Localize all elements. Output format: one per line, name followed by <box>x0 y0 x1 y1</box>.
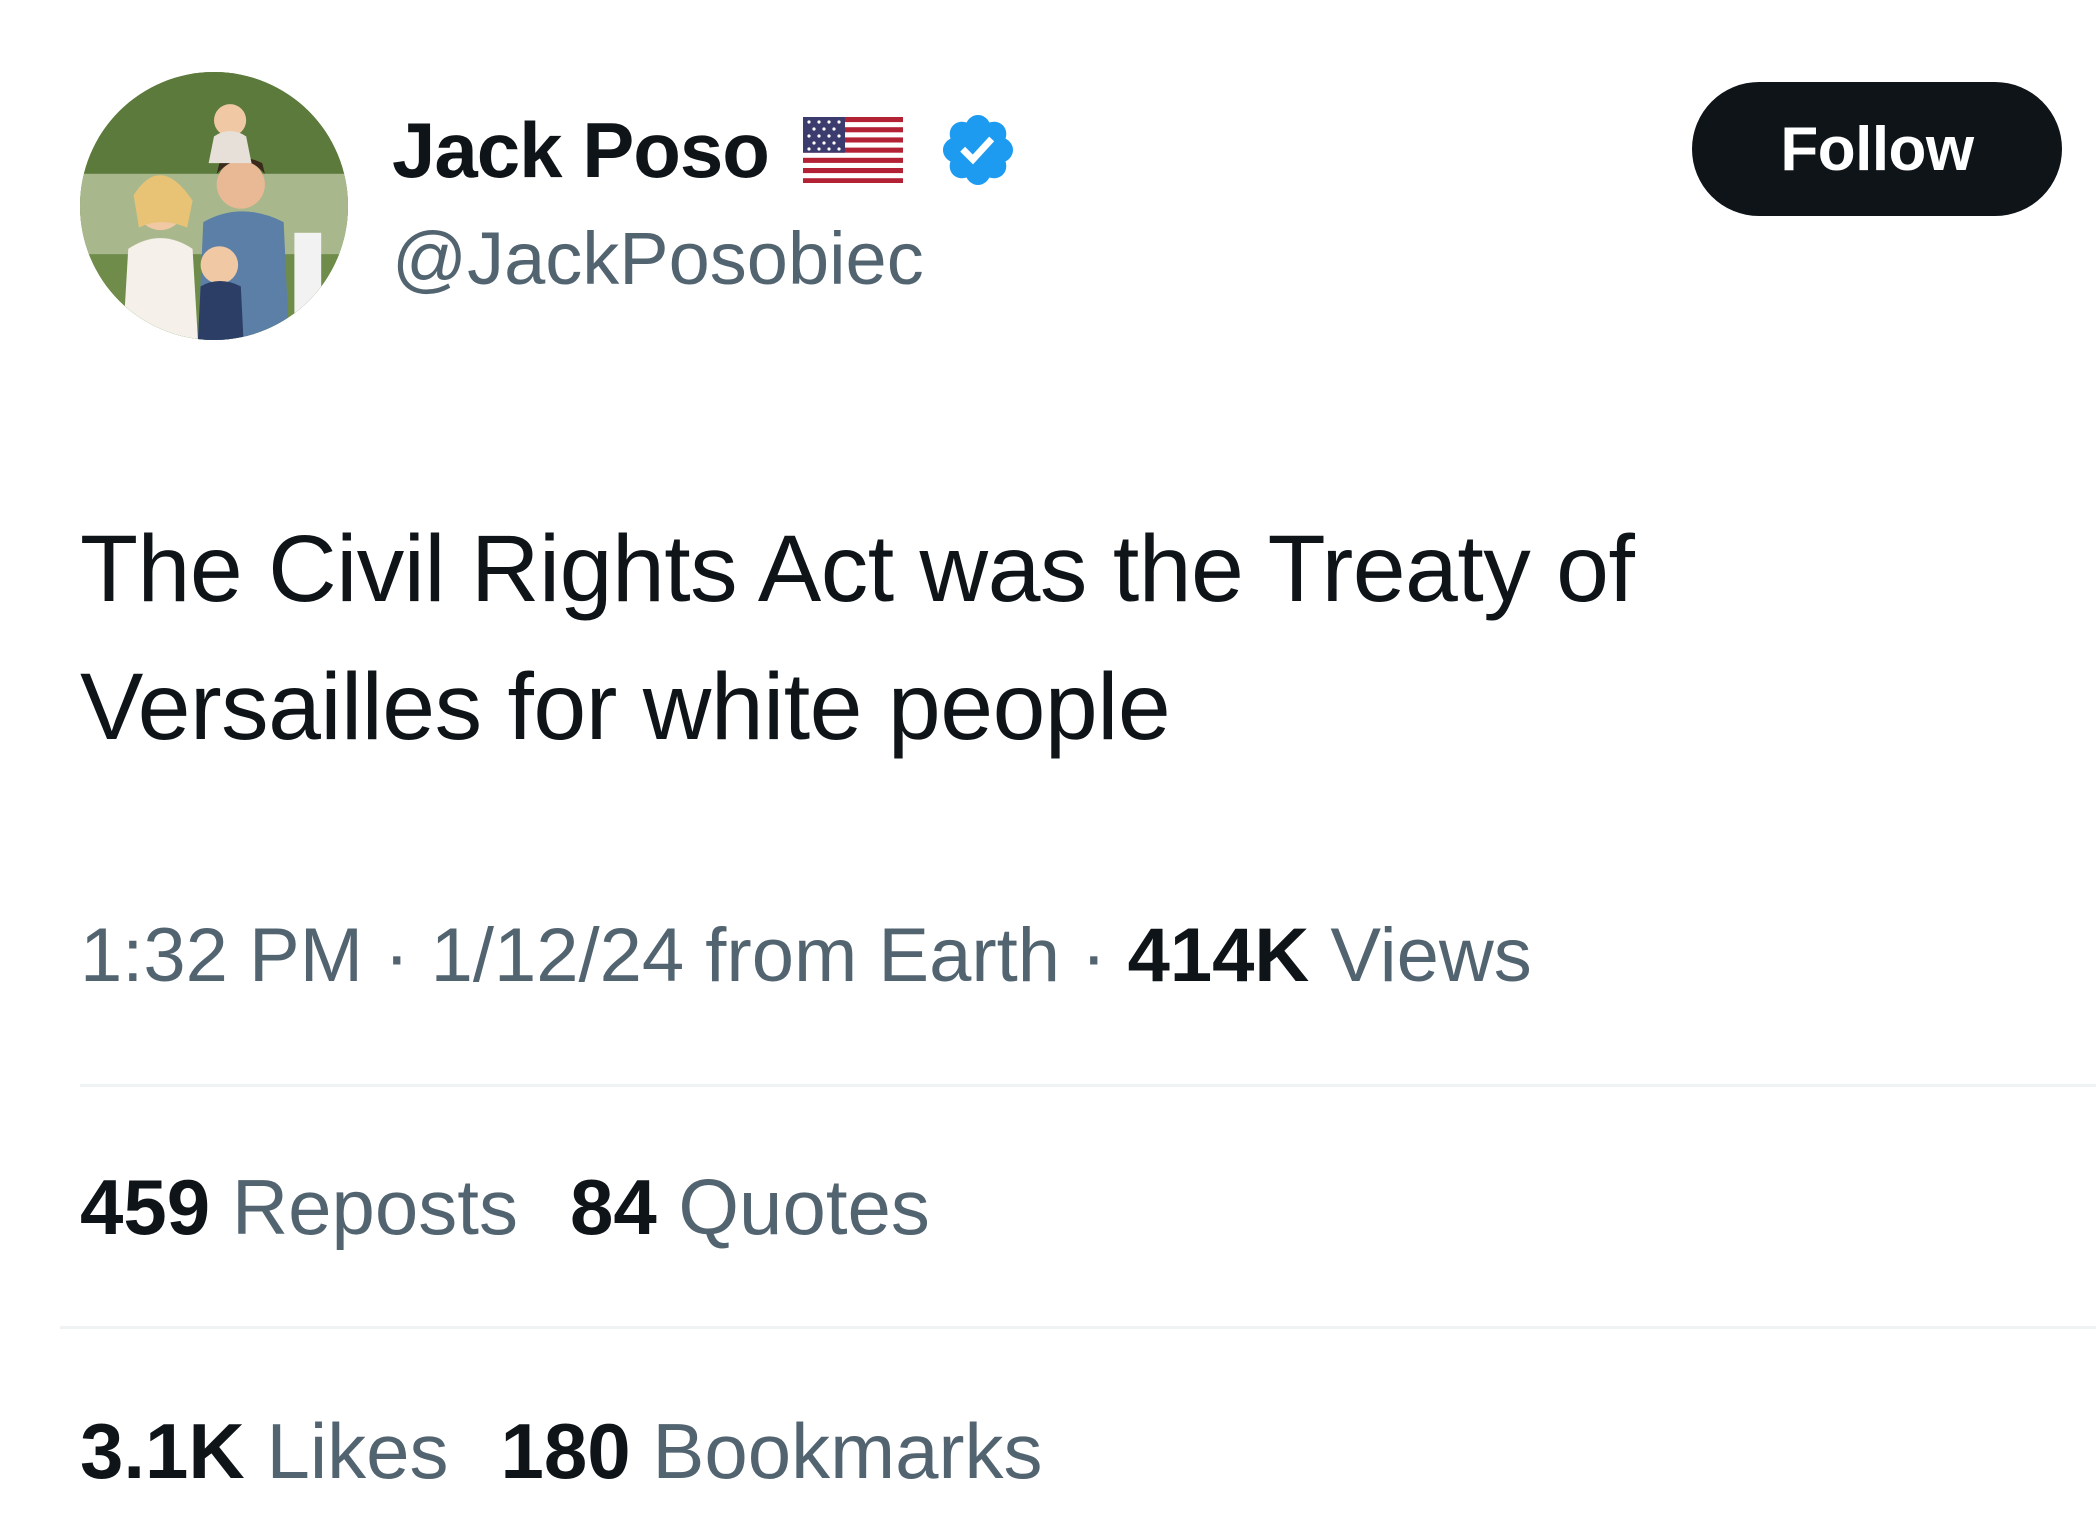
meta-separator: · <box>1060 913 1128 998</box>
author-handle[interactable]: @JackPosobiec <box>392 222 924 296</box>
verified-badge-icon[interactable] <box>937 109 1019 191</box>
views-label: Views <box>1330 913 1532 998</box>
stats-row-likes-bookmarks: 3.1K Likes 180 Bookmarks <box>80 1412 1042 1490</box>
tweet-card: Jack Poso @JackPosobiec Follow The Civil… <box>0 0 2096 1528</box>
avatar-photo <box>80 72 348 340</box>
author-name-row: Jack Poso <box>392 108 1019 192</box>
meta-separator: · <box>363 913 431 998</box>
tweet-metadata: 1:32 PM · 1/12/24 from Earth · 414K View… <box>80 918 1532 994</box>
avatar[interactable] <box>80 72 348 340</box>
likes-label: Likes <box>266 1407 449 1495</box>
tweet-time[interactable]: 1:32 PM <box>80 913 363 998</box>
quotes-stat[interactable]: 84 Quotes <box>570 1168 930 1246</box>
reposts-count: 459 <box>80 1163 211 1251</box>
views-count: 414K <box>1127 913 1310 998</box>
quotes-count: 84 <box>569 1163 657 1251</box>
bookmarks-stat[interactable]: 180 Bookmarks <box>501 1412 1043 1490</box>
tweet-date[interactable]: 1/12/24 <box>431 913 685 998</box>
likes-count: 3.1K <box>80 1407 245 1495</box>
bookmarks-label: Bookmarks <box>652 1407 1043 1495</box>
stats-row-reposts-quotes: 459 Reposts 84 Quotes <box>80 1168 930 1246</box>
bookmarks-count: 180 <box>500 1407 631 1495</box>
likes-stat[interactable]: 3.1K Likes <box>80 1412 449 1490</box>
reposts-label: Reposts <box>231 1163 518 1251</box>
tweet-source: from Earth <box>705 913 1061 998</box>
divider <box>60 1326 2096 1329</box>
follow-button[interactable]: Follow <box>1692 82 2062 216</box>
us-flag-icon <box>802 117 903 183</box>
quotes-label: Quotes <box>678 1163 930 1251</box>
tweet-text: The Civil Rights Act was the Treaty of V… <box>80 516 1635 760</box>
divider <box>80 1084 2096 1087</box>
author-display-name[interactable]: Jack Poso <box>392 111 770 189</box>
reposts-stat[interactable]: 459 Reposts <box>80 1168 518 1246</box>
